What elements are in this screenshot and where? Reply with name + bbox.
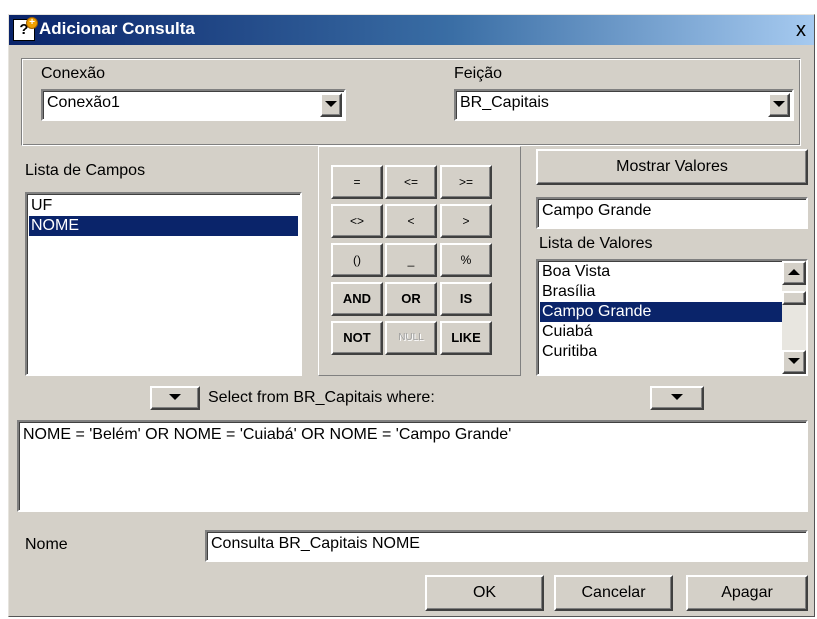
feature-value: BR_Capitais <box>460 94 549 111</box>
name-label: Nome <box>25 536 68 553</box>
query-app-icon: ? + <box>13 17 38 41</box>
op-like-button[interactable]: LIKE <box>440 321 492 355</box>
ok-button[interactable]: OK <box>425 575 544 611</box>
scroll-up-button[interactable] <box>782 261 806 285</box>
value-input-text: Campo Grande <box>542 202 652 219</box>
values-list-label: Lista de Valores <box>539 235 653 252</box>
chevron-down-icon <box>325 100 337 107</box>
fields-list[interactable]: UF NOME <box>25 192 302 376</box>
connection-group: Conexão Conexão1 Feição BR_Capitais <box>21 58 801 146</box>
feature-select[interactable]: BR_Capitais <box>454 89 794 121</box>
list-item-selected[interactable]: NOME <box>29 216 298 236</box>
op-less-equal-button[interactable]: <= <box>385 165 437 199</box>
op-underscore-button[interactable]: _ <box>385 243 437 277</box>
op-and-button[interactable]: AND <box>331 282 383 316</box>
show-values-button[interactable]: Mostrar Valores <box>536 149 808 185</box>
scroll-thumb[interactable] <box>782 291 806 305</box>
connection-select[interactable]: Conexão1 <box>41 89 346 121</box>
name-input-text: Consulta BR_Capitais NOME <box>211 535 420 552</box>
op-less-button[interactable]: < <box>385 204 437 238</box>
op-null-button[interactable]: NULL <box>385 321 437 355</box>
op-equal-button[interactable]: = <box>331 165 383 199</box>
clear-button[interactable]: Apagar <box>686 575 808 611</box>
cancel-button[interactable]: Cancelar <box>554 575 673 611</box>
op-not-button[interactable]: NOT <box>331 321 383 355</box>
fields-insert-button[interactable] <box>150 386 200 410</box>
values-scrollbar[interactable] <box>782 261 806 374</box>
list-item-selected[interactable]: Campo Grande <box>540 302 782 322</box>
operators-panel: = <= >= <> < > () _ % AND OR IS NOT NULL… <box>318 146 521 376</box>
chevron-down-icon <box>773 100 785 107</box>
op-or-button[interactable]: OR <box>385 282 437 316</box>
values-list[interactable]: Boa Vista Brasília Campo Grande Cuiabá C… <box>536 259 808 376</box>
chevron-down-icon <box>671 393 683 400</box>
op-not-equal-button[interactable]: <> <box>331 204 383 238</box>
chevron-down-icon <box>169 393 181 400</box>
query-textarea[interactable]: NOME = 'Belém' OR NOME = 'Cuiabá' OR NOM… <box>17 420 808 512</box>
close-icon[interactable]: x <box>790 19 812 41</box>
query-text: NOME = 'Belém' OR NOME = 'Cuiabá' OR NOM… <box>23 426 512 443</box>
values-insert-button[interactable] <box>650 386 704 410</box>
dialog-title: Adicionar Consulta <box>39 19 195 38</box>
select-from-label: Select from BR_Capitais where: <box>208 389 435 406</box>
add-query-dialog: ? + Adicionar Consulta x Conexão Conexão1… <box>8 14 815 617</box>
name-input[interactable]: Consulta BR_Capitais NOME <box>205 530 808 562</box>
op-greater-button[interactable]: > <box>440 204 492 238</box>
title-bar[interactable]: ? + Adicionar Consulta x <box>9 15 814 45</box>
op-percent-button[interactable]: % <box>440 243 492 277</box>
feature-dropdown-button[interactable] <box>768 93 790 117</box>
fields-label: Lista de Campos <box>25 162 146 179</box>
chevron-up-icon <box>788 268 800 275</box>
list-item[interactable]: Brasília <box>540 282 782 302</box>
op-parentheses-button[interactable]: () <box>331 243 383 277</box>
value-input[interactable]: Campo Grande <box>536 197 808 229</box>
list-item[interactable]: Curitiba <box>540 342 782 362</box>
connection-label: Conexão <box>41 65 106 82</box>
chevron-down-icon <box>788 357 800 364</box>
connection-dropdown-button[interactable] <box>320 93 342 117</box>
list-item[interactable]: Cuiabá <box>540 322 782 342</box>
op-is-button[interactable]: IS <box>440 282 492 316</box>
list-item[interactable]: Boa Vista <box>540 262 782 282</box>
connection-value: Conexão1 <box>47 94 120 111</box>
op-greater-equal-button[interactable]: >= <box>440 165 492 199</box>
scroll-down-button[interactable] <box>782 350 806 374</box>
list-item[interactable]: UF <box>29 196 298 216</box>
feature-label: Feição <box>454 65 503 82</box>
